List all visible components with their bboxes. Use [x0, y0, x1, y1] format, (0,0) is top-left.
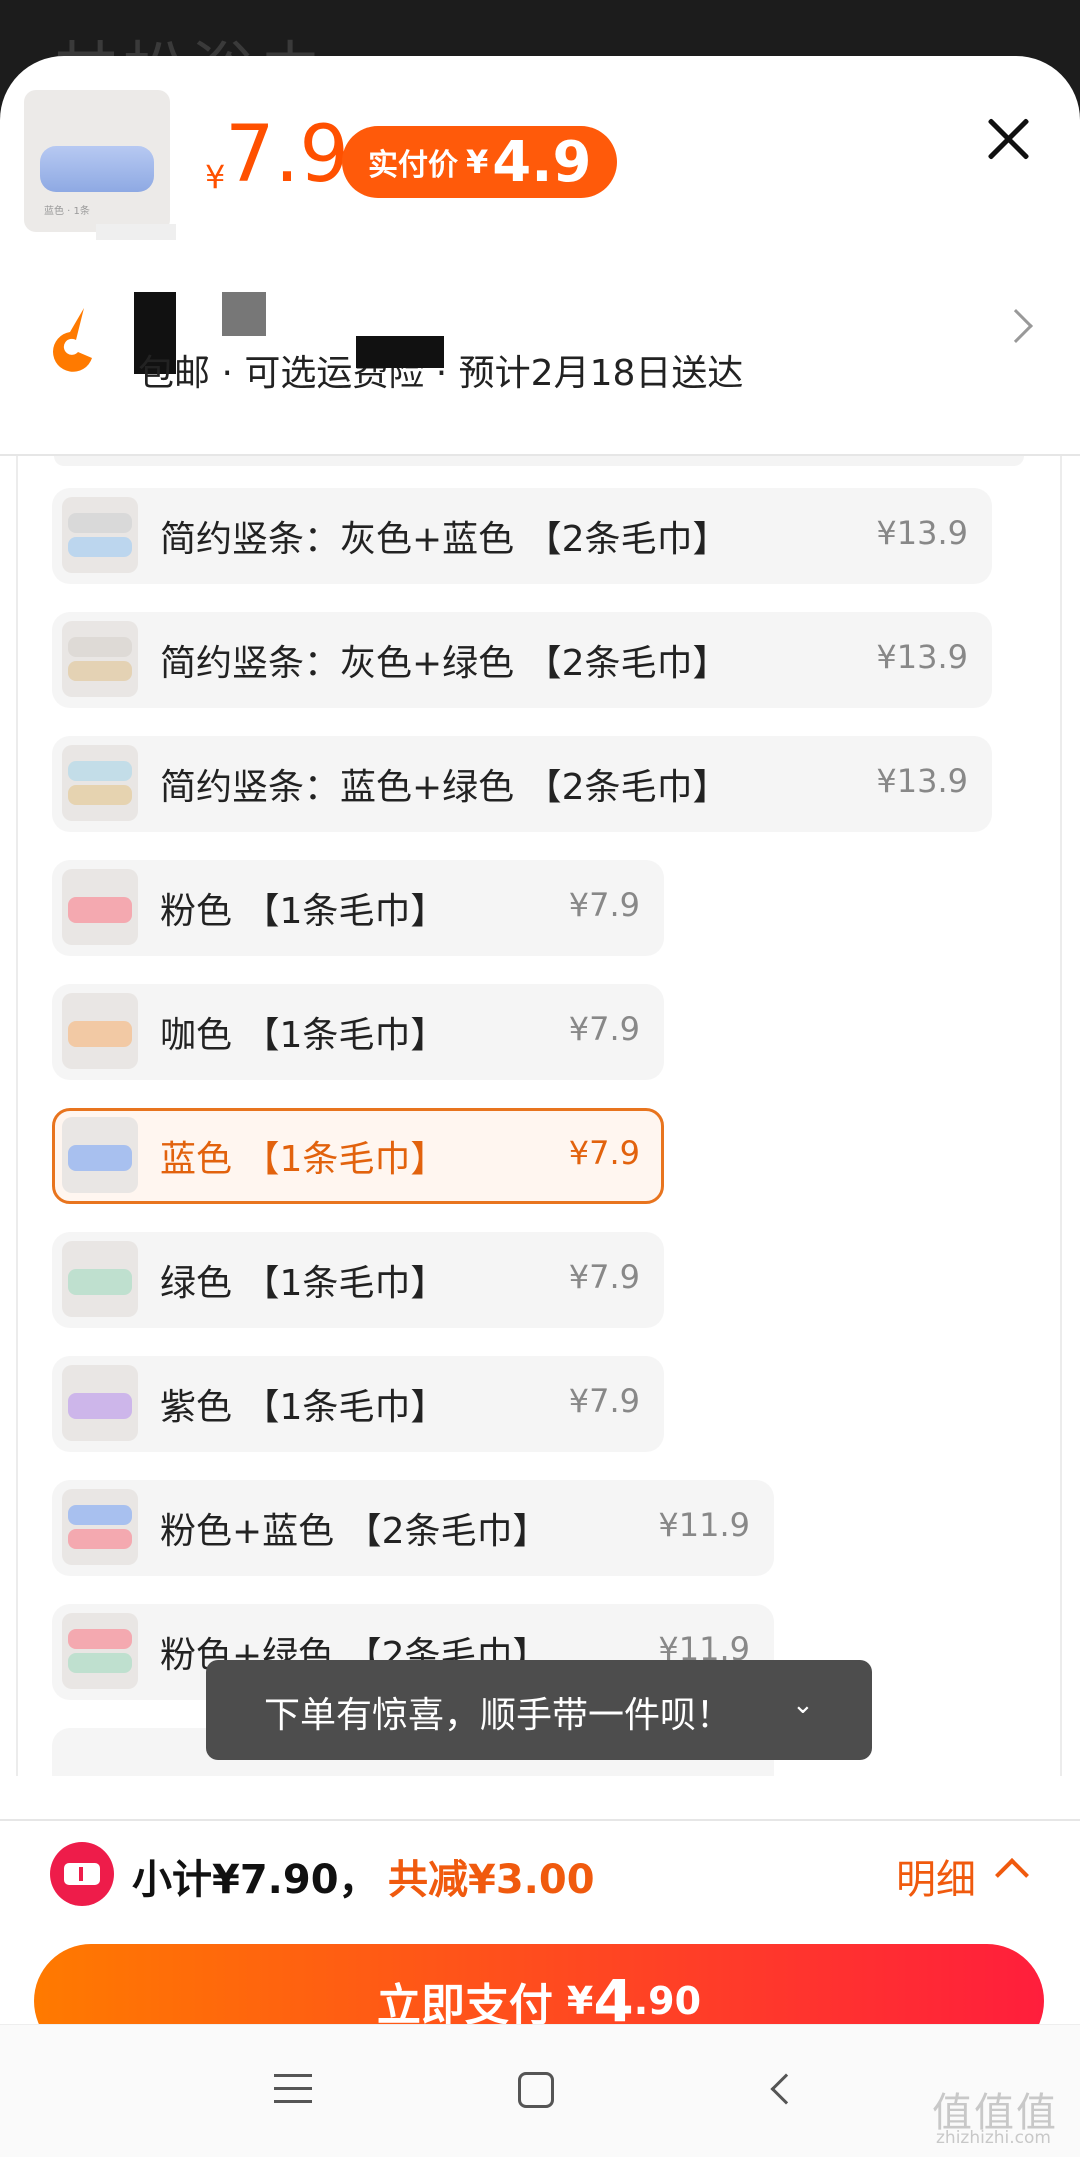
option-item[interactable]: 粉色 【1条毛巾】 ¥7.9: [52, 860, 664, 956]
option-item[interactable]: 简约竖条：灰色+绿色 【2条毛巾】 ¥13.9: [52, 612, 992, 708]
option-item[interactable]: 粉色+蓝色 【2条毛巾】 ¥11.9: [52, 1480, 774, 1576]
subtotal-text: 小计¥7.90，: [132, 1857, 379, 1903]
option-label: 绿色 【1条毛巾】: [160, 1263, 447, 1304]
home-icon[interactable]: [518, 2072, 554, 2108]
option-price: ¥7.9: [568, 1382, 640, 1420]
option-thumbnail: [62, 1365, 138, 1441]
price-currency: ¥: [205, 158, 226, 196]
option-price: ¥7.9: [568, 1010, 640, 1048]
actual-price-badge: 实付价 ¥ 4.9: [342, 126, 618, 198]
close-icon[interactable]: [985, 116, 1031, 162]
sku-selector-sheet: 蓝色 · 1条 ¥ 7.9 实付价 ¥ 4.9 包邮 · 可选运费险 · 预计2…: [0, 56, 1080, 2157]
option-thumbnail: [62, 1489, 138, 1565]
double-chevron-down-icon[interactable]: ⌄: [792, 1690, 814, 1720]
pay-button-currency: ¥: [566, 1979, 594, 2023]
option-label: 简约竖条：灰色+绿色 【2条毛巾】: [160, 643, 729, 684]
option-item[interactable]: 简约竖条：灰色+蓝色 【2条毛巾】 ¥13.9: [52, 488, 992, 584]
promo-toast[interactable]: 下单有惊喜，顺手带一件呗！ ⌄: [206, 1660, 872, 1760]
option-label: 简约竖条：灰色+蓝色 【2条毛巾】: [160, 519, 729, 560]
option-item-selected[interactable]: 蓝色 【1条毛巾】 ¥7.9: [52, 1108, 664, 1204]
option-thumbnail: [62, 869, 138, 945]
watermark-url: zhizhizhi.com: [936, 2128, 1051, 2148]
redaction-block: [222, 292, 266, 336]
shipping-logo-icon: [52, 308, 92, 372]
actual-price-value: 4.9: [492, 129, 592, 195]
option-thumbnail: [62, 993, 138, 1069]
option-thumbnail: [62, 1613, 138, 1689]
option-label: 粉色+蓝色 【2条毛巾】: [160, 1511, 549, 1552]
option-item[interactable]: 咖色 【1条毛巾】 ¥7.9: [52, 984, 664, 1080]
option-label: 蓝色 【1条毛巾】: [160, 1139, 447, 1180]
option-thumbnail: [62, 497, 138, 573]
option-price: ¥7.9: [568, 1134, 640, 1172]
product-thumbnail[interactable]: 蓝色 · 1条: [24, 90, 170, 232]
detail-toggle[interactable]: 明细: [896, 1847, 976, 1905]
option-thumbnail: [62, 745, 138, 821]
option-thumbnail: [62, 621, 138, 697]
option-price: ¥13.9: [876, 514, 968, 552]
option-price: ¥11.9: [658, 1506, 750, 1544]
option-label: 咖色 【1条毛巾】: [160, 1015, 447, 1056]
thumbnail-shadow: [96, 224, 176, 240]
option-price: ¥13.9: [876, 638, 968, 676]
chevron-up-icon[interactable]: [995, 1858, 1029, 1892]
actual-price-currency: ¥: [466, 143, 489, 181]
option-label: 粉色 【1条毛巾】: [160, 891, 447, 932]
redaction-block: [356, 336, 444, 368]
option-price: ¥7.9: [568, 886, 640, 924]
towel-roll-image: [40, 146, 154, 192]
pay-button-amount-dec: .90: [633, 1979, 702, 2023]
option-item[interactable]: 紫色 【1条毛巾】 ¥7.9: [52, 1356, 664, 1452]
product-price: 7.9: [225, 110, 350, 200]
sku-option-list[interactable]: 简约竖条：灰色+蓝色 【2条毛巾】 ¥13.9 简约竖条：灰色+绿色 【2条毛巾…: [16, 456, 1062, 1776]
option-label: 简约竖条：蓝色+绿色 【2条毛巾】: [160, 767, 729, 808]
option-price: ¥13.9: [876, 762, 968, 800]
recent-apps-icon[interactable]: [274, 2074, 312, 2104]
coupon-ticket-icon: [50, 1842, 114, 1906]
option-label: 紫色 【1条毛巾】: [160, 1387, 447, 1428]
list-top-edge: [54, 456, 1024, 466]
actual-price-label: 实付价: [368, 148, 458, 183]
option-item[interactable]: 绿色 【1条毛巾】 ¥7.9: [52, 1232, 664, 1328]
option-thumbnail: [62, 1117, 138, 1193]
chevron-right-icon[interactable]: [999, 309, 1033, 343]
option-thumbnail: [62, 1241, 138, 1317]
thumbnail-caption: 蓝色 · 1条: [44, 206, 90, 217]
toast-text: 下单有惊喜，顺手带一件呗！: [264, 1695, 733, 1736]
discount-total: 共减¥3.00: [388, 1857, 595, 1903]
option-price: ¥7.9: [568, 1258, 640, 1296]
option-item[interactable]: 简约竖条：蓝色+绿色 【2条毛巾】 ¥13.9: [52, 736, 992, 832]
footer-divider: [0, 1819, 1080, 1821]
